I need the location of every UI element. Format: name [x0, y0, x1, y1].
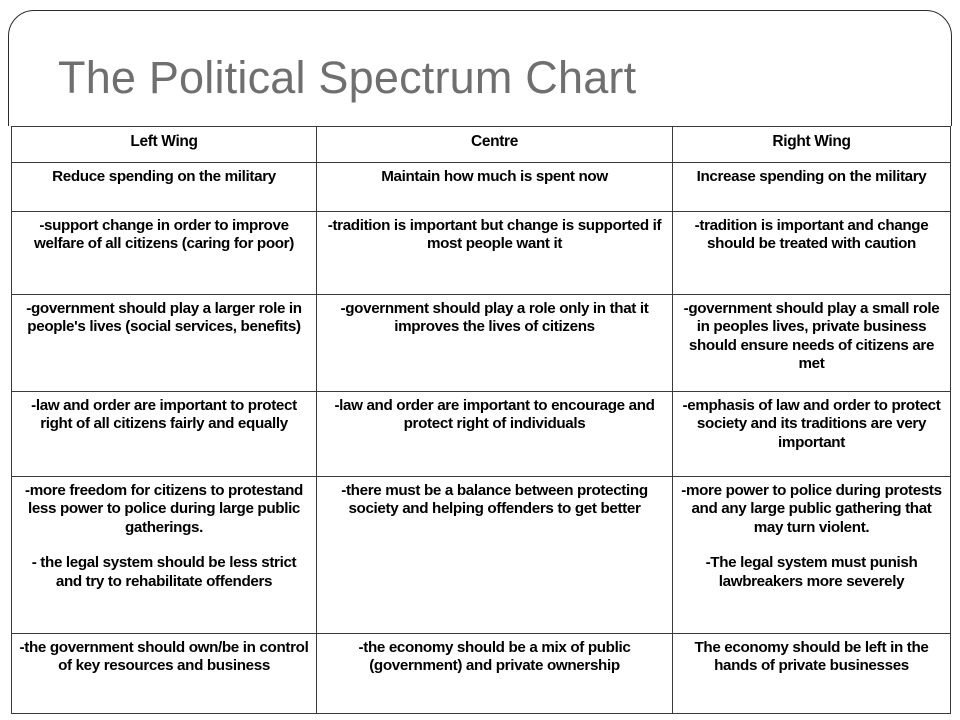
table-row: -the government should own/be in control…	[11, 633, 951, 714]
table-row: Reduce spending on the military Maintain…	[11, 162, 951, 212]
cell-left-law-and-order: -law and order are important to protect …	[11, 391, 317, 477]
cell-text: Reduce spending on the military	[52, 168, 276, 185]
cell-centre-tradition-and-change: -tradition is important but change is su…	[316, 211, 673, 295]
cell-text: -government should play a small role in …	[683, 300, 940, 373]
cell-right-military-spending: Increase spending on the military	[672, 162, 951, 212]
cell-left-freedom-and-justice: -more freedom for citizens to protestand…	[11, 476, 317, 634]
cell-centre-law-and-order: -law and order are important to encourag…	[316, 391, 673, 477]
table-body: Reduce spending on the military Maintain…	[11, 162, 951, 714]
cell-right-freedom-and-justice: -more power to police during protests an…	[672, 476, 951, 634]
cell-left-military-spending: Reduce spending on the military	[11, 162, 317, 212]
cell-text: -more power to police during protests an…	[681, 482, 942, 536]
cell-centre-role-of-government: -government should play a role only in t…	[316, 294, 673, 392]
cell-text-secondary: -The legal system must punish lawbreaker…	[705, 554, 918, 590]
cell-right-economy-ownership: The economy should be left in the hands …	[672, 633, 951, 714]
cell-left-economy-ownership: -the government should own/be in control…	[11, 633, 317, 714]
table-row: -more freedom for citizens to protestand…	[11, 476, 951, 634]
cell-text: The economy should be left in the hands …	[694, 639, 929, 675]
political-spectrum-table: Left Wing Centre Right Wing Reduce spend…	[11, 126, 951, 714]
table-header-row: Left Wing Centre Right Wing	[11, 126, 951, 163]
cell-text: -government should play a larger role in…	[26, 300, 302, 336]
cell-text: -the government should own/be in control…	[19, 639, 309, 675]
cell-centre-freedom-and-justice: -there must be a balance between protect…	[316, 476, 673, 634]
column-header-centre: Centre	[316, 126, 673, 163]
table-row: -support change in order to improve welf…	[11, 211, 951, 295]
table-row: -law and order are important to protect …	[11, 391, 951, 477]
cell-right-role-of-government: -government should play a small role in …	[672, 294, 951, 392]
cell-text: Maintain how much is spent now	[381, 168, 608, 185]
cell-centre-economy-ownership: -the economy should be a mix of public (…	[316, 633, 673, 714]
cell-text: -emphasis of law and order to protect so…	[682, 397, 941, 451]
cell-text: -law and order are important to encourag…	[334, 397, 655, 433]
cell-text: -tradition is important and change shoul…	[694, 217, 929, 253]
cell-left-role-of-government: -government should play a larger role in…	[11, 294, 317, 392]
cell-text: Increase spending on the military	[696, 168, 927, 185]
cell-right-law-and-order: -emphasis of law and order to protect so…	[672, 391, 951, 477]
column-header-right-wing: Right Wing	[672, 126, 951, 163]
column-header-left-wing: Left Wing	[11, 126, 317, 163]
cell-text: -law and order are important to protect …	[31, 397, 297, 433]
cell-text: -more freedom for citizens to protestand…	[25, 482, 303, 536]
cell-centre-military-spending: Maintain how much is spent now	[316, 162, 673, 212]
page-title: The Political Spectrum Chart	[58, 52, 637, 103]
cell-right-tradition-and-change: -tradition is important and change shoul…	[672, 211, 951, 295]
cell-text: -tradition is important but change is su…	[327, 217, 662, 253]
cell-text: -the economy should be a mix of public (…	[358, 639, 631, 675]
table-row: -government should play a larger role in…	[11, 294, 951, 392]
cell-text-secondary: - the legal system should be less strict…	[31, 554, 297, 590]
cell-text: -support change in order to improve welf…	[34, 217, 294, 253]
cell-text: -there must be a balance between protect…	[341, 482, 648, 518]
cell-text: -government should play a role only in t…	[340, 300, 649, 336]
cell-left-tradition-and-change: -support change in order to improve welf…	[11, 211, 317, 295]
table-header: Left Wing Centre Right Wing	[11, 126, 951, 163]
